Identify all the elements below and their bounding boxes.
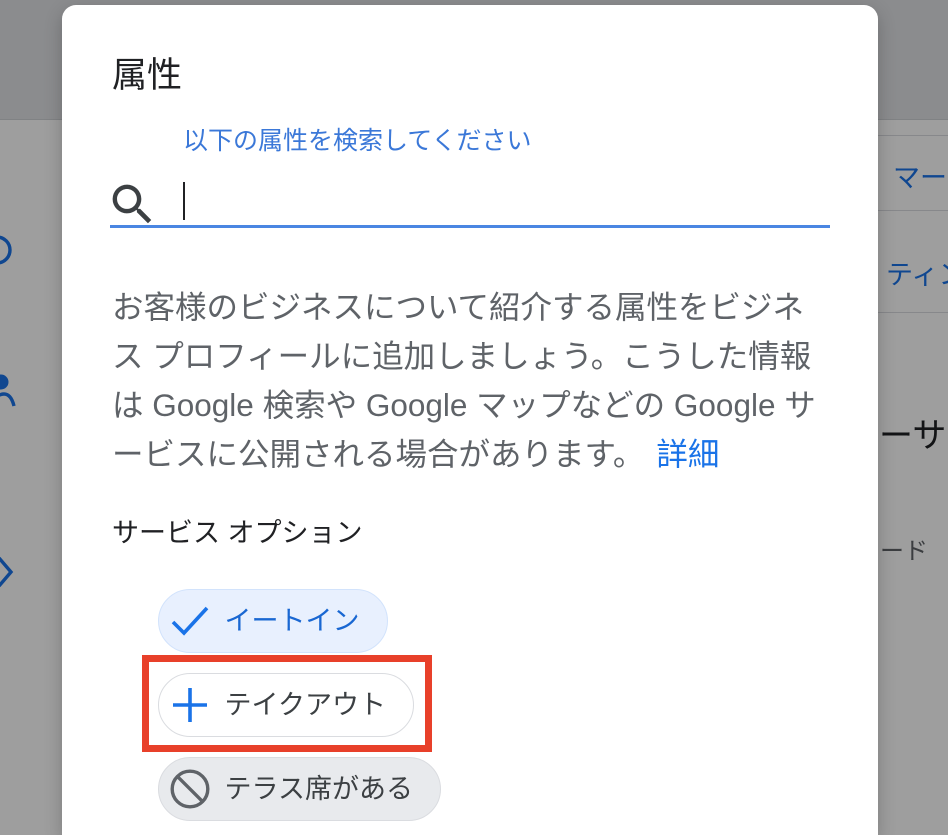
chip-label: テラス席がある [224,774,413,804]
search-label: 以下の属性を検索してください [183,127,532,155]
description-line: お客様のビジネスについて紹介する属性をビジネ [112,289,805,325]
description: お客様のビジネスについて紹介する属性をビジネ ス プロフィールに追加しましょう。… [112,283,816,479]
section-title-service-options: サービス オプション [112,518,363,548]
search-underline [110,225,830,228]
chip-label: テイクアウト [224,690,386,720]
chip-label: イートイン [224,606,360,636]
attributes-dialog: 属性 以下の属性を検索してください お客様のビジネスについて紹介する属性をビジネ… [62,5,878,835]
description-line: ービスに公開される場合があります。 詳細 [112,430,816,479]
attribute-chip-terrace[interactable]: テラス席がある [158,757,441,821]
text-caret [183,182,185,220]
learn-more-link[interactable]: 詳細 [656,436,719,472]
highlight-box: テイクアウト [142,655,432,752]
add-icon [172,688,207,722]
attribute-chip-takeout[interactable]: テイクアウト [158,673,414,737]
description-line: は Google 検索や Google マップなどの Google サ [112,387,816,423]
search-icon [106,178,159,231]
attribute-chip-dine-in[interactable]: イートイン [158,589,388,653]
description-line: ス プロフィールに追加しましょう。こうした情報 [112,338,812,374]
check-icon [171,606,208,636]
dialog-title: 属性 [112,56,183,95]
description-line-text: ービスに公開される場合があります。 [112,436,645,472]
block-icon [170,769,209,809]
search-input[interactable] [180,175,828,223]
